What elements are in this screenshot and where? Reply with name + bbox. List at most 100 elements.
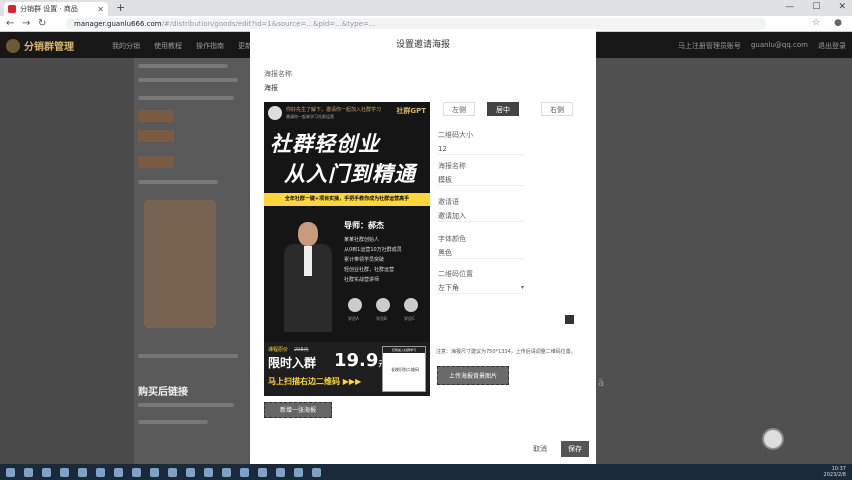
poster-title-line2: 从入门到精通 — [284, 162, 416, 186]
bg-glyph: ä — [598, 378, 605, 389]
poster-name-input[interactable]: 海报 — [264, 83, 278, 93]
app-icon[interactable] — [258, 467, 267, 477]
limit-text: 限时入群 — [268, 356, 317, 370]
minimize-icon[interactable]: — — [785, 2, 794, 12]
layout-option-right[interactable]: 右侧 — [541, 102, 573, 116]
tab-title: 分销群 设置 · 商品 — [20, 5, 78, 13]
bg-section-heading: 购买后链接 — [138, 387, 188, 398]
app-icon[interactable] — [114, 467, 123, 477]
save-button[interactable]: 保存 — [561, 441, 589, 457]
app-icon[interactable] — [276, 467, 285, 477]
background-right-panel — [596, 58, 852, 464]
app-icon[interactable] — [312, 467, 321, 477]
qr-text: 长按识别二维码 — [391, 367, 419, 372]
profile-icon[interactable]: ● — [834, 18, 842, 28]
field-label: 邀请语 — [438, 198, 459, 206]
price: 19.9元 — [334, 350, 385, 371]
app-icon[interactable] — [150, 467, 159, 477]
qr-position-select[interactable]: 左下角 ▾ — [438, 282, 524, 294]
poster-bullet: 累计带领学员突破 — [344, 257, 385, 263]
clock-date: 2023/2/8 — [823, 472, 846, 478]
taskview-icon[interactable] — [42, 467, 51, 477]
url-host: manager.guanlu666.com — [74, 20, 162, 28]
app-icon[interactable] — [60, 467, 69, 477]
star-icon[interactable]: ☆ — [812, 18, 820, 28]
poster-mentor: 导师：郝杰 — [344, 221, 384, 230]
app-icon[interactable] — [78, 467, 87, 477]
site-logo[interactable]: 分销群管理 — [6, 38, 74, 53]
browser-tab[interactable]: 分销群 设置 · 商品 ✕ — [4, 2, 108, 16]
bg-phone-preview — [144, 200, 216, 328]
nav-item[interactable]: 操作指南 — [196, 41, 224, 51]
poster-bullet: 某某社群创始人 — [344, 237, 380, 243]
logout-link[interactable]: 退出登录 — [818, 41, 846, 51]
invite-text-input[interactable]: 邀请加入 — [438, 210, 524, 222]
qr-header: 扫码加入社群学习 — [383, 347, 425, 353]
add-poster-button[interactable]: 新增一张海报 — [264, 402, 332, 418]
app-icon[interactable] — [294, 467, 303, 477]
close-tab-icon[interactable]: ✕ — [97, 5, 104, 14]
bg-line — [138, 420, 208, 424]
floating-avatar-icon[interactable] — [762, 428, 784, 450]
app-icon[interactable] — [186, 467, 195, 477]
poster-title-line1: 社群轻创业 — [270, 132, 380, 156]
app-icon[interactable] — [240, 467, 249, 477]
poster-top-bar: 你好先生了解下，邀请你一起加入社群学习 邀请你一起来学习社群运营 社群GPT — [268, 106, 426, 124]
new-tab-icon[interactable]: + — [116, 1, 125, 14]
bg-button — [138, 110, 174, 122]
app-icon[interactable] — [96, 467, 105, 477]
search-icon[interactable] — [24, 467, 33, 477]
start-icon[interactable] — [6, 467, 15, 477]
poster-brand: 社群GPT — [396, 107, 426, 115]
font-color-input[interactable]: 黑色 — [438, 247, 524, 259]
bg-button — [138, 156, 174, 168]
window-controls: — ☐ ✕ — [785, 2, 846, 12]
forward-icon[interactable]: → — [22, 18, 32, 29]
app-icon[interactable] — [168, 467, 177, 477]
mentor-shirt — [304, 246, 312, 276]
poster-name-label: 海报名称 — [264, 70, 292, 78]
nav-item[interactable]: 我的分销 — [112, 41, 140, 51]
url-path: /#/distribution/goods/edit?id=1&source=.… — [161, 20, 376, 28]
field-label: 二维码位置 — [438, 270, 473, 278]
qr-size-input[interactable]: 12 — [438, 143, 524, 155]
poster-cta: 马上扫描右边二维码 ▶▶▶ — [268, 377, 362, 386]
layout-option-left[interactable]: 左侧 — [443, 102, 475, 116]
student-avatar — [376, 298, 390, 312]
student-name: 学员A — [348, 316, 359, 321]
poster-banner: 全年社群一键+项目实操，手把手教你成为社群运营高手 — [264, 193, 430, 206]
app-icon[interactable] — [132, 467, 141, 477]
color-swatch[interactable] — [565, 315, 574, 324]
mentor-photo — [284, 222, 332, 332]
upload-background-button[interactable]: 上传海报背景图片 — [437, 366, 509, 385]
reload-icon[interactable]: ↻ — [38, 18, 48, 29]
price-label: 课程原价 — [268, 347, 289, 353]
price-original: 298元 — [294, 347, 309, 353]
bg-line — [138, 78, 238, 82]
user-email: guanlu@qq.com — [750, 41, 808, 49]
template-name-input[interactable]: 模板 — [438, 174, 524, 186]
poster-settings-modal: 设置邀请海报 海报名称 海报 你好先生了解下，邀请你一起加入社群学习 邀请你一起… — [250, 29, 596, 464]
bg-line — [138, 64, 228, 68]
chevron-down-icon: ▾ — [520, 284, 524, 291]
app-icon[interactable] — [204, 467, 213, 477]
bg-button — [138, 130, 174, 142]
bg-line — [138, 96, 234, 100]
poster-bullet: 轻创业社群，社群运营 — [344, 267, 395, 273]
system-clock[interactable]: 10:37 2023/2/8 — [824, 466, 846, 478]
modal-title: 设置邀请海报 — [395, 40, 450, 50]
app-icon[interactable] — [222, 467, 231, 477]
taskbar: 10:37 2023/2/8 — [0, 464, 852, 480]
field-label: 海报名称 — [438, 162, 466, 170]
nav-item[interactable]: 使用教程 — [154, 41, 182, 51]
bg-line — [138, 354, 238, 358]
poster-preview: 你好先生了解下，邀请你一起加入社群学习 邀请你一起来学习社群运营 社群GPT 社… — [264, 102, 430, 396]
cancel-button[interactable]: 取消 — [525, 441, 555, 457]
back-icon[interactable]: ← — [6, 18, 16, 29]
logo-text: 分销群管理 — [24, 42, 74, 53]
maximize-icon[interactable]: ☐ — [812, 2, 820, 12]
register-link[interactable]: 马上注册管理员账号 — [678, 41, 741, 51]
layout-option-center[interactable]: 居中 — [487, 102, 519, 116]
close-window-icon[interactable]: ✕ — [838, 2, 846, 12]
tab-strip: 分销群 设置 · 商品 ✕ + — ☐ ✕ — [0, 0, 852, 16]
